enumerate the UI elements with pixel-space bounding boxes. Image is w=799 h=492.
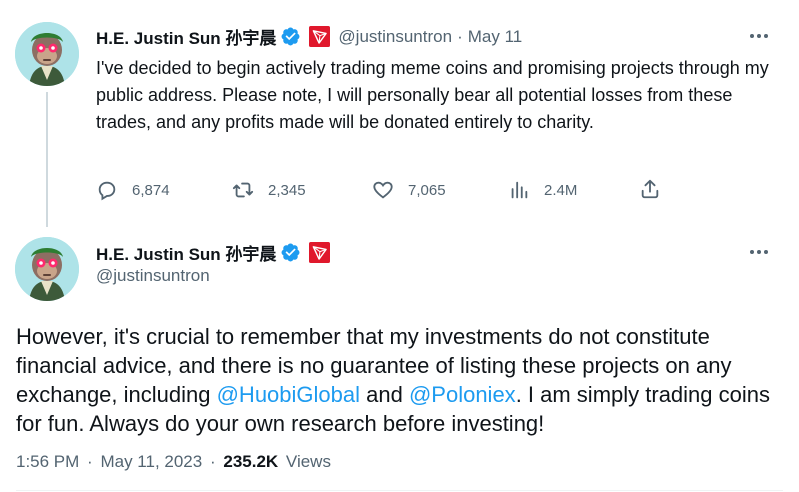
tweet1-text: I've decided to begin actively trading m…	[96, 58, 769, 132]
views-count: 2.4M	[544, 181, 578, 199]
author-name[interactable]: H.E. Justin Sun 孙宇晨	[96, 24, 276, 49]
tweet1-action-bar: 6,874 2,345 7,065 2.4M	[96, 178, 696, 202]
tweet-meta: 1:56 PM · May 11, 2023 · 235.2K Views	[16, 452, 331, 472]
header-separator: ·	[457, 26, 463, 46]
author-handle[interactable]: @justinsuntron	[96, 266, 210, 286]
views-label: Views	[285, 452, 331, 471]
divider	[16, 490, 783, 491]
verified-badge-icon[interactable]	[280, 26, 301, 47]
analytics-bar-icon	[511, 181, 528, 199]
more-options-button[interactable]	[744, 242, 774, 262]
views-button[interactable]: 2.4M	[508, 178, 577, 202]
tweet1-header: H.E. Justin Sun 孙宇晨 @justinsuntron · May…	[96, 24, 522, 49]
reply-icon	[98, 181, 116, 201]
more-dots-icon	[750, 34, 768, 38]
author-handle[interactable]: @justinsuntron	[338, 27, 452, 47]
mention-link-poloniex[interactable]: @Poloniex	[409, 382, 516, 407]
author-name[interactable]: H.E. Justin Sun 孙宇晨	[96, 240, 276, 265]
tweet-text-segment: and	[360, 382, 409, 407]
meta-separator: ·	[209, 452, 216, 471]
mention-link-huobiglobal[interactable]: @HuobiGlobal	[217, 382, 360, 407]
more-dots-icon	[750, 250, 768, 254]
avatar[interactable]	[15, 22, 79, 86]
meta-separator: ·	[87, 452, 93, 471]
reply-count: 6,874	[132, 181, 170, 199]
more-options-button[interactable]	[744, 26, 774, 46]
like-count: 7,065	[408, 181, 446, 199]
retweet-icon	[232, 182, 254, 198]
ape-avatar-icon	[15, 22, 79, 86]
tweet2-text: However, it's crucial to remember that m…	[16, 322, 786, 438]
retweet-button[interactable]: 2,345	[232, 178, 306, 202]
share-icon	[641, 179, 659, 199]
reply-button[interactable]: 6,874	[96, 178, 170, 202]
retweet-count: 2,345	[268, 181, 306, 199]
heart-icon	[373, 181, 393, 199]
tron-logo-icon[interactable]	[309, 242, 331, 263]
avatar[interactable]	[15, 237, 79, 301]
ape-avatar-icon	[15, 237, 79, 301]
tweet-date[interactable]: May 11	[468, 27, 523, 47]
views-total-count[interactable]: 235.2K	[223, 452, 278, 472]
share-button[interactable]	[639, 178, 661, 205]
like-button[interactable]: 7,065	[372, 178, 446, 202]
verified-badge-icon[interactable]	[280, 242, 301, 263]
tron-logo-icon[interactable]	[309, 26, 331, 47]
tweet-full-date[interactable]: May 11, 2023	[100, 452, 202, 472]
tweet2-header: H.E. Justin Sun 孙宇晨	[96, 240, 331, 265]
tweet-time[interactable]: 1:56 PM	[16, 452, 79, 472]
thread-connector-line	[46, 92, 48, 227]
